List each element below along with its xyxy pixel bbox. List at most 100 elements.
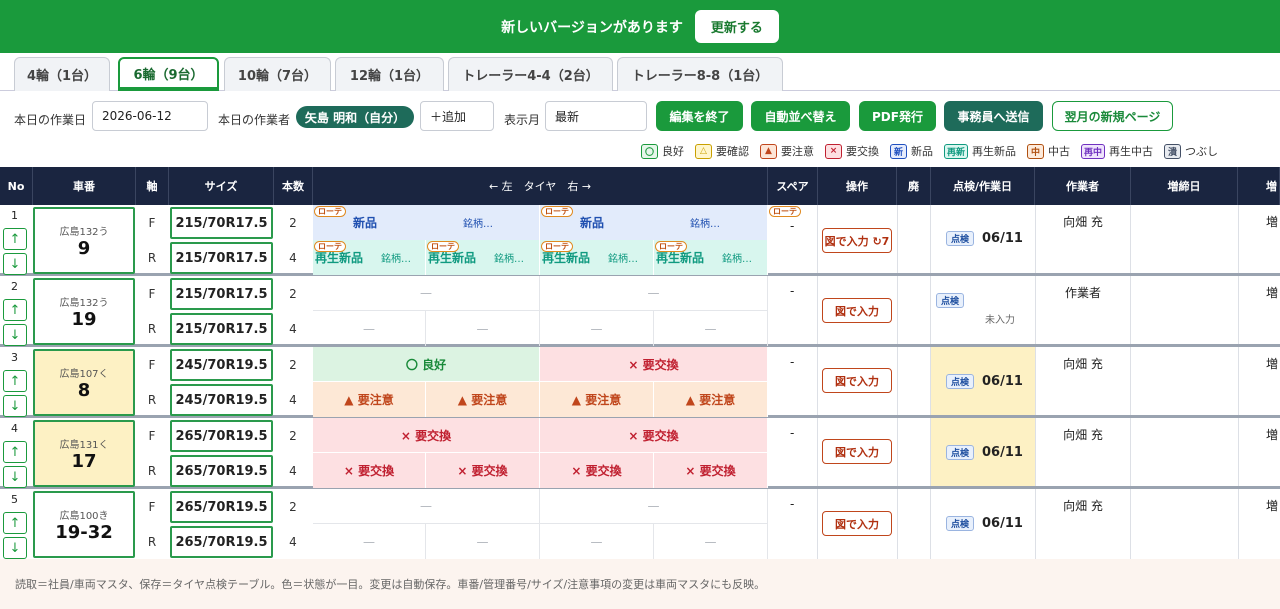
car-number-box[interactable]: 広島107く 8 xyxy=(33,349,135,416)
tire-cell[interactable]: ローテ 再生新品 銘柄… xyxy=(540,240,654,275)
inspect-date-cell[interactable]: 点検 06/11 xyxy=(931,347,1035,415)
tire-cell[interactable]: — xyxy=(313,276,540,311)
spare-cell[interactable]: ローテ - xyxy=(768,205,818,273)
auto-sort-button[interactable]: 自動並べ替え xyxy=(751,101,850,131)
move-down-button[interactable]: ↓ xyxy=(3,395,27,417)
tire-cell[interactable]: — xyxy=(540,489,768,524)
move-up-button[interactable]: ↑ xyxy=(3,512,27,534)
inspect-date-cell[interactable]: 点検 06/11 xyxy=(931,418,1035,486)
display-month-select[interactable]: 最新 xyxy=(545,101,647,131)
tire-cell[interactable]: — xyxy=(313,311,426,346)
move-up-button[interactable]: ↑ xyxy=(3,370,27,392)
rotation-tag: ローテ xyxy=(769,206,801,217)
tire-cell[interactable]: × 要交換 xyxy=(540,347,768,381)
worker-cell[interactable]: 向畑 充 xyxy=(1035,347,1131,415)
car-number: 19-32 xyxy=(55,521,113,543)
worker-cell[interactable]: 向畑 充 xyxy=(1035,418,1131,486)
car-number-box[interactable]: 広島132う 19 xyxy=(33,278,135,345)
diagram-input-button[interactable]: 図で入力 ↻7 xyxy=(822,228,892,253)
tire-cell[interactable]: — xyxy=(540,524,654,559)
car-number-box[interactable]: 広島132う 9 xyxy=(33,207,135,274)
worker-cell[interactable]: 向畑 充 xyxy=(1035,489,1131,559)
move-down-button[interactable]: ↓ xyxy=(3,466,27,488)
move-up-button[interactable]: ↑ xyxy=(3,299,27,321)
tire-size-field[interactable]: 265/70R19.5 xyxy=(170,491,273,523)
tire-size-field[interactable]: 245/70R19.5 xyxy=(170,349,273,381)
tire-cell[interactable]: ローテ 再生新品 銘柄… xyxy=(654,240,768,275)
tire-cell[interactable]: ▲ 要注意 xyxy=(426,382,540,417)
worker-chip[interactable]: 矢島 明和（自分） xyxy=(296,106,414,128)
pdf-button[interactable]: PDF発行 xyxy=(859,101,936,131)
tire-cell[interactable]: ▲ 要注意 xyxy=(540,382,654,417)
tire-size-field[interactable]: 245/70R19.5 xyxy=(170,384,273,416)
tire-cell[interactable]: — xyxy=(313,524,426,559)
tire-size-field[interactable]: 215/70R17.5 xyxy=(170,242,273,274)
car-number-box[interactable]: 広島131く 17 xyxy=(33,420,135,487)
tire-cell[interactable]: × 要交換 xyxy=(426,453,540,488)
spare-cell[interactable]: - xyxy=(768,418,818,486)
good-icon: 〇 xyxy=(641,143,658,159)
tab-6wheel[interactable]: 6輪（9台） xyxy=(118,57,219,91)
worker-cell[interactable]: 作業者 xyxy=(1035,276,1131,344)
spare-cell[interactable]: - xyxy=(768,489,818,559)
tab-12wheel[interactable]: 12輪（1台） xyxy=(335,57,444,91)
tire-cell[interactable]: × 要交換 xyxy=(313,418,540,452)
move-down-button[interactable]: ↓ xyxy=(3,253,27,275)
move-up-button[interactable]: ↑ xyxy=(3,441,27,463)
tire-cell[interactable]: 〇 良好 xyxy=(313,347,540,381)
tire-cell[interactable]: ローテ 再生新品 銘柄… xyxy=(426,240,540,275)
scrap-cell[interactable] xyxy=(897,418,931,486)
tire-cell[interactable]: × 要交換 xyxy=(540,418,768,452)
tire-size-field[interactable]: 215/70R17.5 xyxy=(170,313,273,345)
scrap-cell[interactable] xyxy=(897,347,931,415)
tire-cell[interactable]: ▲ 要注意 xyxy=(313,382,426,417)
tab-trailer-8-8[interactable]: トレーラー8-8（1台） xyxy=(617,57,783,91)
tire-size-field[interactable]: 265/70R19.5 xyxy=(170,455,273,487)
tire-size-field[interactable]: 215/70R17.5 xyxy=(170,207,273,239)
scrap-cell[interactable] xyxy=(897,276,931,344)
car-number-box[interactable]: 広島100き 19-32 xyxy=(33,491,135,558)
tire-cell[interactable]: — xyxy=(540,276,768,311)
next-month-button[interactable]: 翌月の新規ページ xyxy=(1052,101,1173,131)
move-up-button[interactable]: ↑ xyxy=(3,228,27,250)
worker-cell[interactable]: 向畑 充 xyxy=(1035,205,1131,273)
tire-cell[interactable]: — xyxy=(426,311,540,346)
tire-cell[interactable]: — xyxy=(426,524,540,559)
tab-10wheel[interactable]: 10輪（7台） xyxy=(224,57,331,91)
add-worker-button[interactable]: ＋追加 xyxy=(420,101,494,131)
diagram-input-button[interactable]: 図で入力 xyxy=(822,298,892,323)
tire-size-field[interactable]: 215/70R17.5 xyxy=(170,278,273,310)
tab-4wheel[interactable]: 4輪（1台） xyxy=(14,57,110,91)
tire-cell[interactable]: × 要交換 xyxy=(313,453,426,488)
diagram-input-button[interactable]: 図で入力 xyxy=(822,368,892,393)
move-down-button[interactable]: ↓ xyxy=(3,324,27,346)
tire-cell[interactable]: × 要交換 xyxy=(540,453,654,488)
scrap-cell[interactable] xyxy=(897,489,931,559)
move-down-button[interactable]: ↓ xyxy=(3,537,27,559)
inspect-date-cell[interactable]: 点検 未入力 xyxy=(936,293,1015,326)
tire-cell[interactable]: — xyxy=(654,311,768,346)
scrap-cell[interactable] xyxy=(897,205,931,273)
tire-cell[interactable]: ローテ 新品 銘柄… xyxy=(313,205,540,240)
tab-trailer-4-4[interactable]: トレーラー4-4（2台） xyxy=(448,57,613,91)
tire-cell[interactable]: ローテ 新品 銘柄… xyxy=(540,205,768,240)
tire-size-field[interactable]: 265/70R19.5 xyxy=(170,526,273,558)
empty-dash: — xyxy=(420,286,432,300)
tire-cell[interactable]: — xyxy=(313,489,540,524)
tire-cell[interactable]: ローテ 再生新品 銘柄… xyxy=(313,240,426,275)
inspect-date-cell[interactable]: 点検 06/11 xyxy=(946,231,1023,246)
finish-edit-button[interactable]: 編集を終了 xyxy=(656,101,743,131)
diagram-input-button[interactable]: 図で入力 xyxy=(822,439,892,464)
spare-cell[interactable]: - xyxy=(768,276,818,344)
spare-cell[interactable]: - xyxy=(768,347,818,415)
tire-cell[interactable]: — xyxy=(540,311,654,346)
send-office-button[interactable]: 事務員へ送信 xyxy=(944,101,1043,131)
tire-cell[interactable]: × 要交換 xyxy=(654,453,768,488)
inspect-date-cell[interactable]: 点検 06/11 xyxy=(946,516,1023,531)
diagram-input-button[interactable]: 図で入力 xyxy=(822,511,892,536)
update-button[interactable]: 更新する xyxy=(694,10,779,43)
tire-cell[interactable]: — xyxy=(654,524,768,559)
tire-size-field[interactable]: 265/70R19.5 xyxy=(170,420,273,452)
work-date-input[interactable]: 2026-06-12 xyxy=(92,101,208,131)
tire-cell[interactable]: ▲ 要注意 xyxy=(654,382,768,417)
